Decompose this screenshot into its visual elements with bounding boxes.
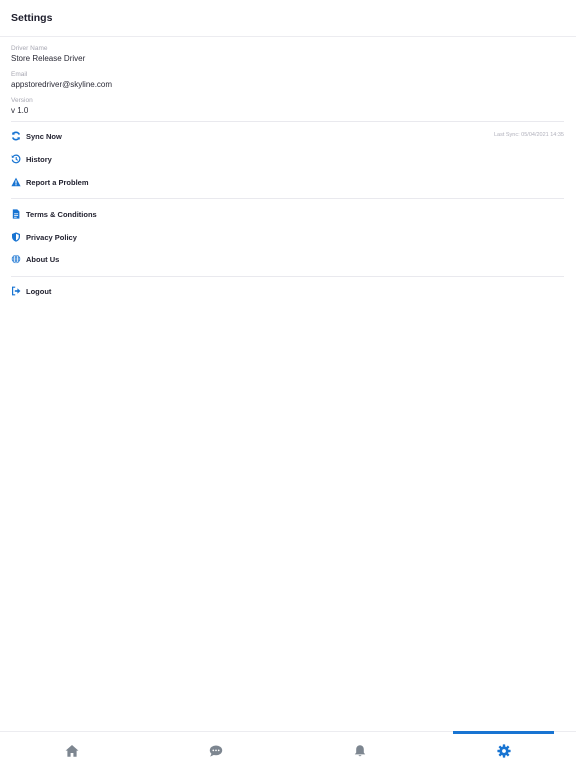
driver-name-field: Driver Name Store Release Driver xyxy=(11,44,564,70)
chat-icon xyxy=(209,744,223,758)
gear-icon xyxy=(497,743,511,758)
tab-notifications[interactable] xyxy=(288,732,432,768)
sync-icon xyxy=(11,131,21,141)
report-problem-label: Report a Problem xyxy=(26,177,89,187)
document-icon xyxy=(11,209,21,219)
report-problem-item[interactable]: Report a Problem xyxy=(11,173,564,191)
terms-label: Terms & Conditions xyxy=(26,209,97,219)
globe-icon xyxy=(11,254,21,264)
bell-icon xyxy=(353,744,367,758)
terms-item[interactable]: Terms & Conditions xyxy=(11,205,564,223)
driver-name-value: Store Release Driver xyxy=(11,54,86,63)
history-icon xyxy=(11,154,21,164)
email-field: Email appstoredriver@skyline.com xyxy=(11,70,564,96)
sync-now-item[interactable]: Sync Now Last Sync: 05/04/2021 14:35 xyxy=(11,127,564,145)
divider xyxy=(11,121,564,122)
logout-label: Logout xyxy=(26,286,52,296)
shield-icon xyxy=(11,232,21,242)
version-field: Version v 1.0 xyxy=(11,96,564,122)
logout-icon xyxy=(11,286,21,296)
tab-settings[interactable] xyxy=(432,732,576,768)
privacy-item[interactable]: Privacy Policy xyxy=(11,228,564,246)
about-label: About Us xyxy=(26,254,60,264)
sync-now-label: Sync Now xyxy=(26,131,62,141)
version-value: v 1.0 xyxy=(11,106,29,115)
driver-name-label: Driver Name xyxy=(11,45,48,52)
profile-section: Driver Name Store Release Driver Email a… xyxy=(11,44,564,122)
home-icon xyxy=(65,744,79,758)
page-title: Settings xyxy=(11,12,53,24)
divider xyxy=(11,198,564,199)
email-value: appstoredriver@skyline.com xyxy=(11,80,113,89)
version-label: Version xyxy=(11,97,33,104)
divider xyxy=(11,276,564,277)
about-item[interactable]: About Us xyxy=(11,250,564,268)
history-item[interactable]: History xyxy=(11,150,564,168)
warning-icon xyxy=(11,177,21,187)
history-label: History xyxy=(26,154,52,164)
last-sync-text: Last Sync: 05/04/2021 14:35 xyxy=(493,132,564,138)
logout-item[interactable]: Logout xyxy=(11,282,564,300)
header: Settings xyxy=(0,0,576,37)
email-label: Email xyxy=(11,71,28,78)
bottom-tab-bar xyxy=(0,731,576,768)
tab-home[interactable] xyxy=(0,732,144,768)
privacy-label: Privacy Policy xyxy=(26,232,77,242)
tab-messages[interactable] xyxy=(144,732,288,768)
